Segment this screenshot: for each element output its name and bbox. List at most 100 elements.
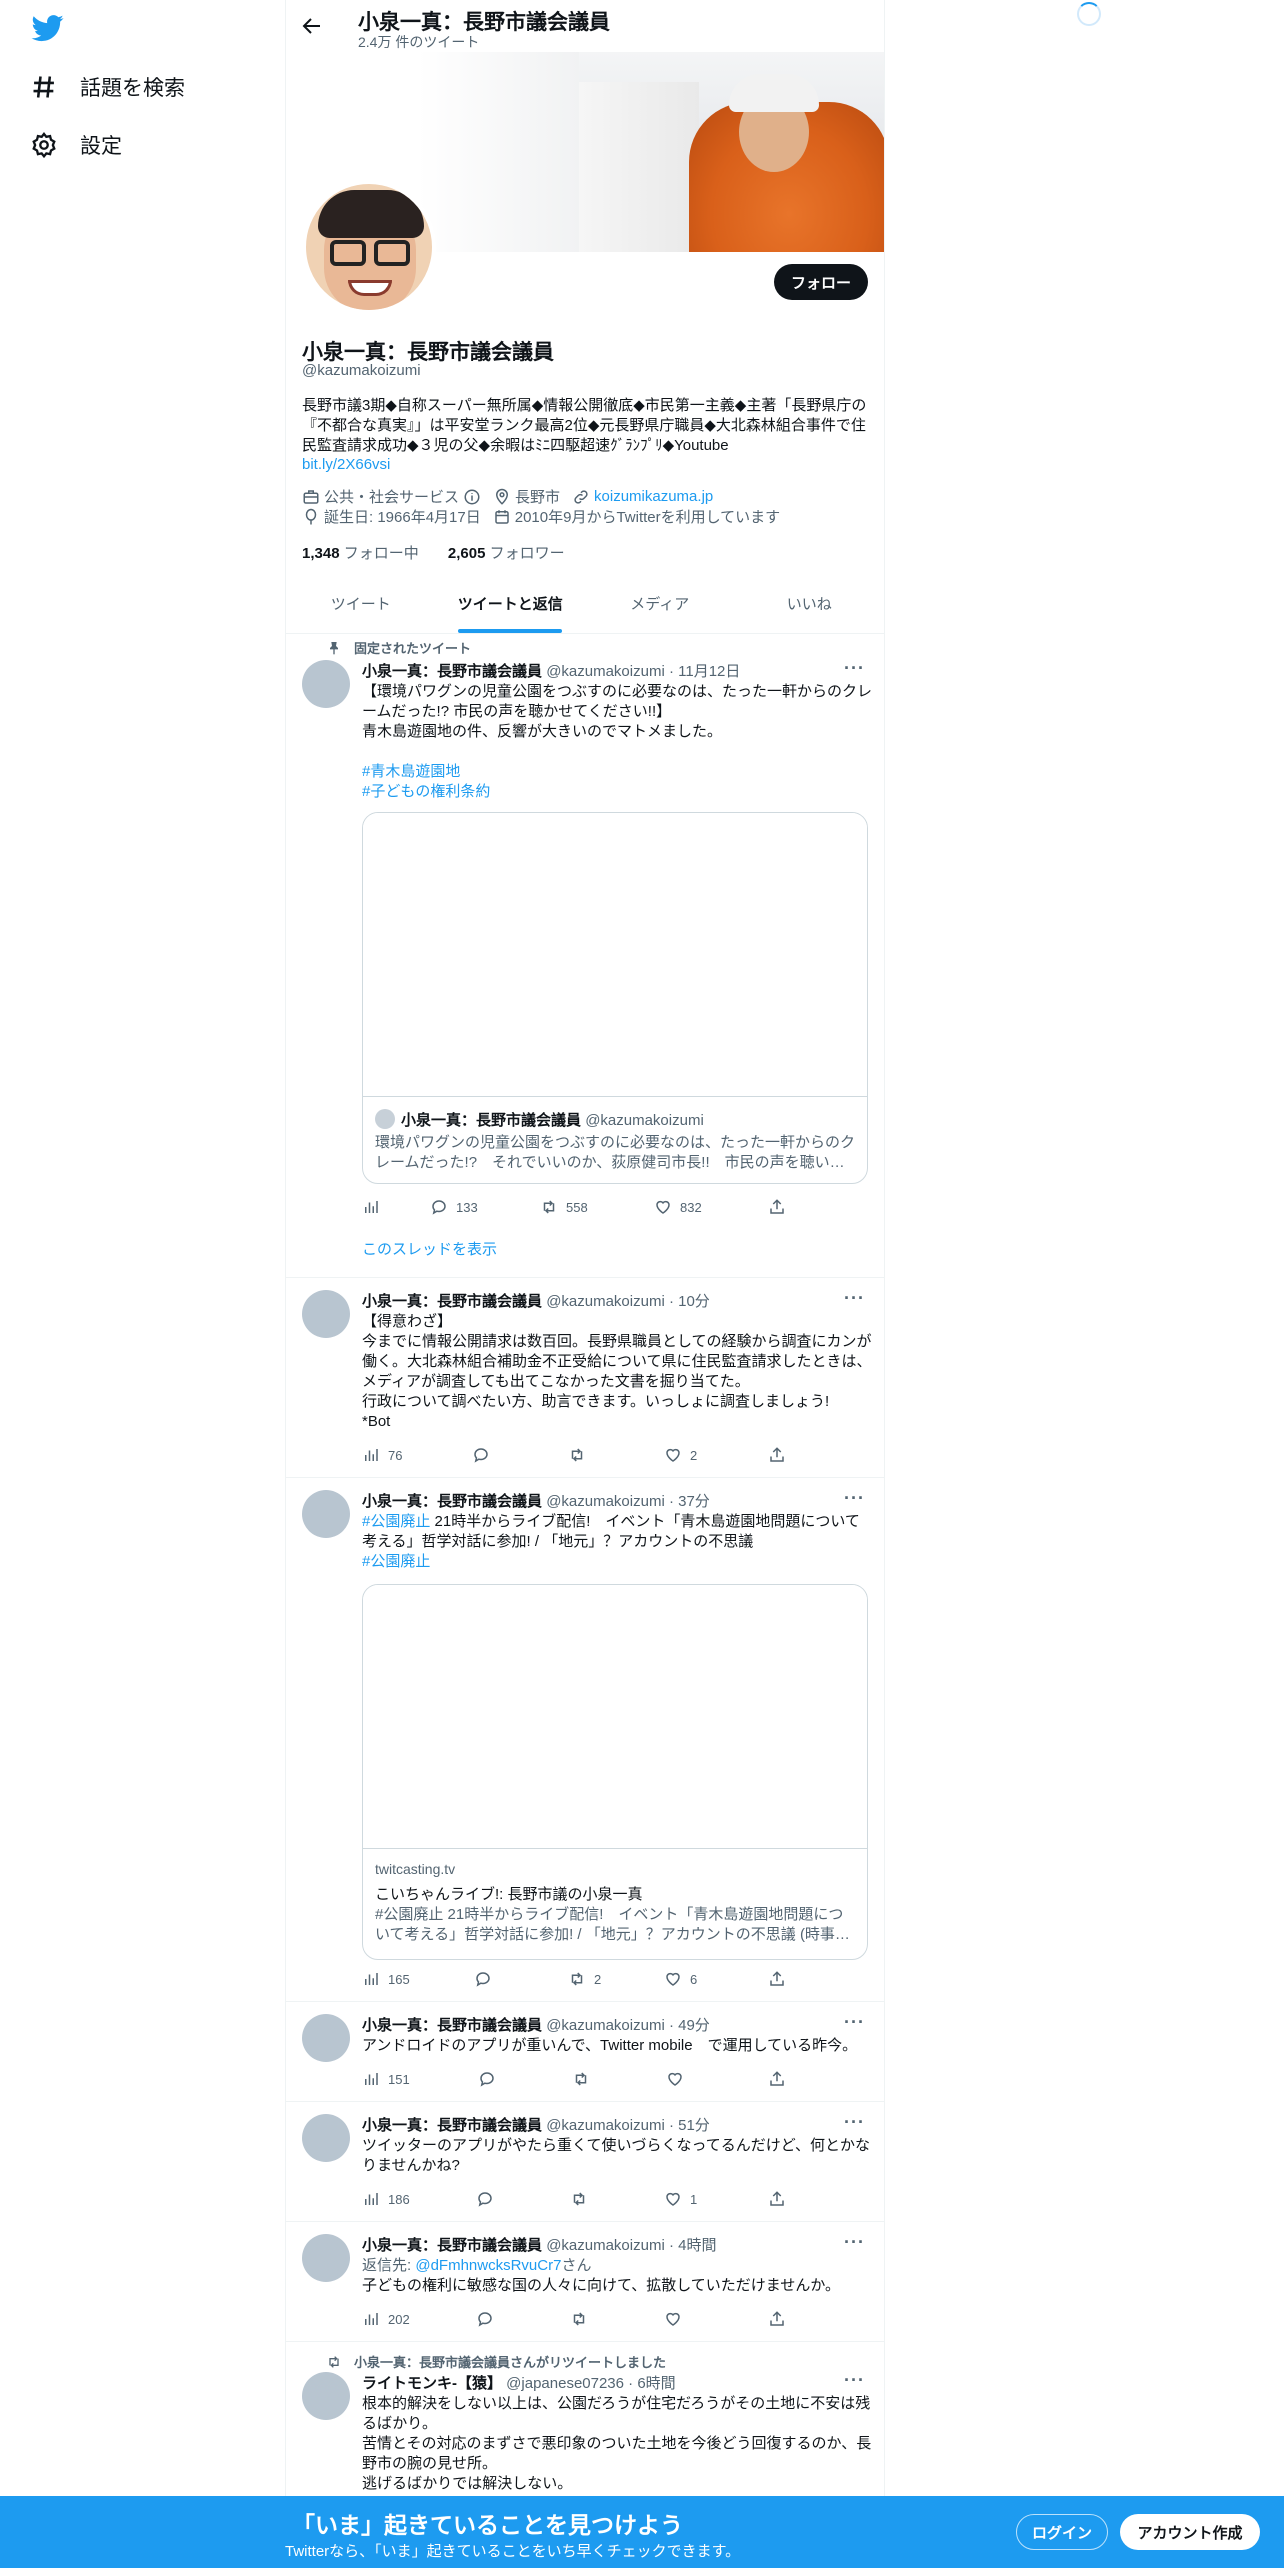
tweet-item[interactable]: 小泉一真：長野市議会議員さんがリツイートしました ライトモンキ-【猿】 @jap… — [286, 2342, 884, 2496]
back-arrow-icon[interactable] — [300, 14, 324, 38]
website-item[interactable]: koizumikazuma.jp — [572, 488, 713, 506]
tweet-item[interactable]: 小泉一真：長野市議会議員 @kazumakoizumi · 51分 ··· ツイ… — [286, 2102, 884, 2222]
views-action[interactable] — [362, 1198, 380, 1216]
avatar[interactable] — [302, 1490, 350, 1538]
tab-media[interactable]: メディア — [585, 574, 735, 633]
tab-tweets[interactable]: ツイート — [286, 574, 436, 633]
sidebar-item-explore[interactable]: 話題を検索 — [30, 72, 185, 102]
website-link[interactable]: koizumikazuma.jp — [594, 488, 713, 505]
more-options-icon[interactable]: ··· — [844, 2112, 864, 2132]
author-handle[interactable]: @kazumakoizumi — [546, 2017, 665, 2034]
author-name[interactable]: 小泉一真：長野市議会議員 — [362, 1293, 542, 1310]
like-action[interactable] — [666, 2070, 684, 2088]
reply-to-link[interactable]: @dFmhnwcksRvuCr7 — [415, 2257, 561, 2274]
tweet-item[interactable]: 小泉一真：長野市議会議員 @kazumakoizumi · 49分 ··· アン… — [286, 2002, 884, 2102]
tweet-item[interactable]: 小泉一真：長野市議会議員 @kazumakoizumi · 37分 ··· #公… — [286, 1478, 884, 2002]
views-action[interactable]: 186 — [362, 2190, 410, 2208]
author-name[interactable]: 小泉一真：長野市議会議員 — [362, 2117, 542, 2134]
share-action[interactable] — [768, 2070, 786, 2088]
quoted-tweet-card[interactable]: 小泉一真：長野市議会議員 @kazumakoizumi 環境パワグンの児童公園を… — [362, 812, 868, 1184]
following-link[interactable]: 1,348 フォロー中 — [302, 545, 419, 562]
retweet-action[interactable] — [568, 1446, 586, 1464]
retweeted-label[interactable]: 小泉一真：長野市議会議員さんがリツイートしました — [354, 2352, 666, 2371]
avatar[interactable] — [302, 2014, 350, 2062]
author-handle[interactable]: @kazumakoizumi — [546, 663, 665, 680]
tweet-time[interactable]: 51分 — [678, 2117, 710, 2134]
reply-action[interactable] — [478, 2070, 496, 2088]
tab-tweets-and-replies[interactable]: ツイートと返信 — [436, 574, 586, 633]
like-action[interactable]: 6 — [664, 1970, 697, 1988]
author-handle[interactable]: @japanese07236 — [506, 2375, 624, 2392]
avatar[interactable] — [302, 1290, 350, 1338]
hashtag-link[interactable]: #公園廃止 — [362, 1552, 872, 1572]
follow-button[interactable]: フォロー — [774, 264, 868, 300]
more-options-icon[interactable]: ··· — [844, 1488, 864, 1508]
author-name[interactable]: 小泉一真：長野市議会議員 — [362, 2017, 542, 2034]
tweet-time[interactable]: 10分 — [678, 1293, 710, 1310]
tweet-time[interactable]: 37分 — [678, 1493, 710, 1510]
share-action[interactable] — [768, 1198, 786, 1216]
more-options-icon[interactable]: ··· — [844, 1288, 864, 1308]
reply-action[interactable]: 133 — [430, 1198, 478, 1216]
more-options-icon[interactable]: ··· — [844, 2012, 864, 2032]
tweet-time[interactable]: 6時間 — [637, 2375, 675, 2392]
like-action[interactable] — [664, 2310, 682, 2328]
profile-banner[interactable] — [579, 52, 884, 252]
avatar[interactable] — [302, 2234, 350, 2282]
signup-button[interactable]: アカウント作成 — [1120, 2514, 1260, 2550]
link-card[interactable]: twitcasting.tv こいちゃんライブ!: 長野市議の小泉一真 #公園廃… — [362, 1584, 868, 1960]
retweet-action[interactable] — [570, 2310, 588, 2328]
tweet-time[interactable]: 4時間 — [678, 2237, 716, 2254]
share-action[interactable] — [768, 2190, 786, 2208]
views-action[interactable]: 202 — [362, 2310, 410, 2328]
profile-avatar[interactable] — [302, 180, 436, 314]
author-handle[interactable]: @kazumakoizumi — [546, 2237, 665, 2254]
info-icon[interactable] — [463, 488, 481, 506]
twitter-logo-icon[interactable] — [30, 12, 66, 44]
tweet-pinned[interactable]: 固定されたツイート 小泉一真：長野市議会議員 @kazumakoizumi · … — [286, 634, 884, 1278]
avatar[interactable] — [302, 2372, 350, 2420]
tweet-item[interactable]: 小泉一真：長野市議会議員 @kazumakoizumi · 10分 ··· 【得… — [286, 1278, 884, 1478]
avatar[interactable] — [302, 660, 350, 708]
like-action[interactable]: 832 — [654, 1198, 702, 1216]
reply-action[interactable] — [472, 1446, 490, 1464]
share-action[interactable] — [768, 1446, 786, 1464]
show-thread-link[interactable]: このスレッドを表示 — [362, 1238, 497, 1259]
reply-action[interactable] — [476, 2310, 494, 2328]
retweet-action[interactable]: 558 — [540, 1198, 588, 1216]
retweet-action[interactable]: 2 — [568, 1970, 601, 1988]
hashtag-link[interactable]: #子どもの権利条約 — [362, 782, 872, 802]
author-name[interactable]: 小泉一真：長野市議会議員 — [362, 2237, 542, 2254]
avatar[interactable] — [302, 2114, 350, 2162]
views-action[interactable]: 76 — [362, 1446, 402, 1464]
views-action[interactable]: 165 — [362, 1970, 410, 1988]
tab-likes[interactable]: いいね — [735, 574, 885, 633]
more-options-icon[interactable]: ··· — [844, 2232, 864, 2252]
author-handle[interactable]: @kazumakoizumi — [546, 1293, 665, 1310]
tweet-time[interactable]: 49分 — [678, 2017, 710, 2034]
like-action[interactable]: 2 — [664, 1446, 697, 1464]
share-action[interactable] — [768, 1970, 786, 1988]
author-name[interactable]: 小泉一真：長野市議会議員 — [362, 1493, 542, 1510]
author-name[interactable]: ライトモンキ-【猿】 — [362, 2375, 502, 2392]
tweet-item[interactable]: 小泉一真：長野市議会議員 @kazumakoizumi · 4時間 ··· 返信… — [286, 2222, 884, 2342]
reply-action[interactable] — [476, 2190, 494, 2208]
author-handle[interactable]: @kazumakoizumi — [546, 2117, 665, 2134]
views-action[interactable]: 151 — [362, 2070, 410, 2088]
hashtag-link[interactable]: #公園廃止 — [362, 1513, 430, 1530]
like-action[interactable]: 1 — [664, 2190, 697, 2208]
author-handle[interactable]: @kazumakoizumi — [546, 1493, 665, 1510]
more-options-icon[interactable]: ··· — [844, 2370, 864, 2390]
retweet-action[interactable] — [570, 2190, 588, 2208]
author-name[interactable]: 小泉一真：長野市議会議員 — [362, 663, 542, 680]
bio-link[interactable]: bit.ly/2X66vsi — [302, 456, 390, 473]
share-action[interactable] — [768, 2310, 786, 2328]
login-button[interactable]: ログイン — [1016, 2514, 1108, 2550]
hashtag-link[interactable]: #青木島遊園地 — [362, 762, 872, 782]
tweet-time[interactable]: 11月12日 — [678, 663, 740, 680]
more-options-icon[interactable]: ··· — [844, 658, 864, 678]
retweet-action[interactable] — [572, 2070, 590, 2088]
followers-link[interactable]: 2,605 フォロワー — [448, 545, 565, 562]
sidebar-item-settings[interactable]: 設定 — [30, 130, 122, 160]
reply-action[interactable] — [474, 1970, 492, 1988]
